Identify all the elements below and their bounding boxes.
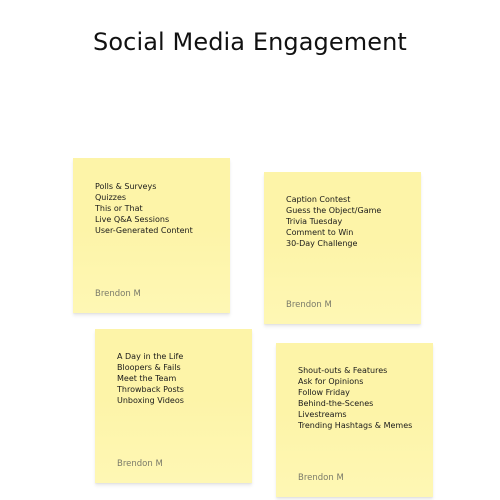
note-item: Shout-outs & Features: [298, 366, 388, 375]
note-item: Caption Contest: [286, 195, 351, 204]
note-item: Quizzes: [95, 193, 127, 202]
note-item: Trending Hashtags & Memes: [298, 421, 413, 430]
note-item-list: A Day in the Life Bloopers & Fails Meet …: [117, 351, 184, 406]
note-author: Brendon M: [298, 473, 344, 483]
canvas: Social Media Engagement Polls & Surveys …: [0, 0, 500, 500]
note-item: Meet the Team: [117, 374, 177, 383]
note-item-list: Polls & Surveys Quizzes This or That Liv…: [95, 181, 193, 236]
note-item: Guess the Object/Game: [286, 206, 382, 215]
note-item: Polls & Surveys: [95, 182, 157, 191]
note-author: Brendon M: [95, 289, 141, 299]
note-item: Follow Friday: [298, 388, 350, 397]
note-author: Brendon M: [286, 300, 332, 310]
note-item-list: Shout-outs & Features Ask for Opinions F…: [298, 365, 412, 431]
note-item: Behind-the-Scenes: [298, 399, 374, 408]
sticky-note-contests[interactable]: Caption Contest Guess the Object/Game Tr…: [264, 172, 421, 324]
sticky-note-community[interactable]: Shout-outs & Features Ask for Opinions F…: [276, 343, 433, 497]
sticky-note-storytelling[interactable]: A Day in the Life Bloopers & Fails Meet …: [95, 329, 252, 483]
note-item: Live Q&A Sessions: [95, 215, 170, 224]
note-item: Ask for Opinions: [298, 377, 364, 386]
note-item-list: Caption Contest Guess the Object/Game Tr…: [286, 194, 381, 249]
note-item: 30-Day Challenge: [286, 239, 358, 248]
note-item: Comment to Win: [286, 228, 354, 237]
note-item: Throwback Posts: [117, 385, 184, 394]
page-title: Social Media Engagement: [93, 28, 407, 56]
note-item: This or That: [95, 204, 143, 213]
note-item: Unboxing Videos: [117, 396, 184, 405]
sticky-note-engagement-interactive[interactable]: Polls & Surveys Quizzes This or That Liv…: [73, 158, 230, 313]
note-item: User-Generated Content: [95, 226, 193, 235]
note-item: Bloopers & Fails: [117, 363, 181, 372]
note-author: Brendon M: [117, 459, 163, 469]
note-item: Trivia Tuesday: [286, 217, 343, 226]
note-item: A Day in the Life: [117, 352, 184, 361]
note-item: Livestreams: [298, 410, 347, 419]
